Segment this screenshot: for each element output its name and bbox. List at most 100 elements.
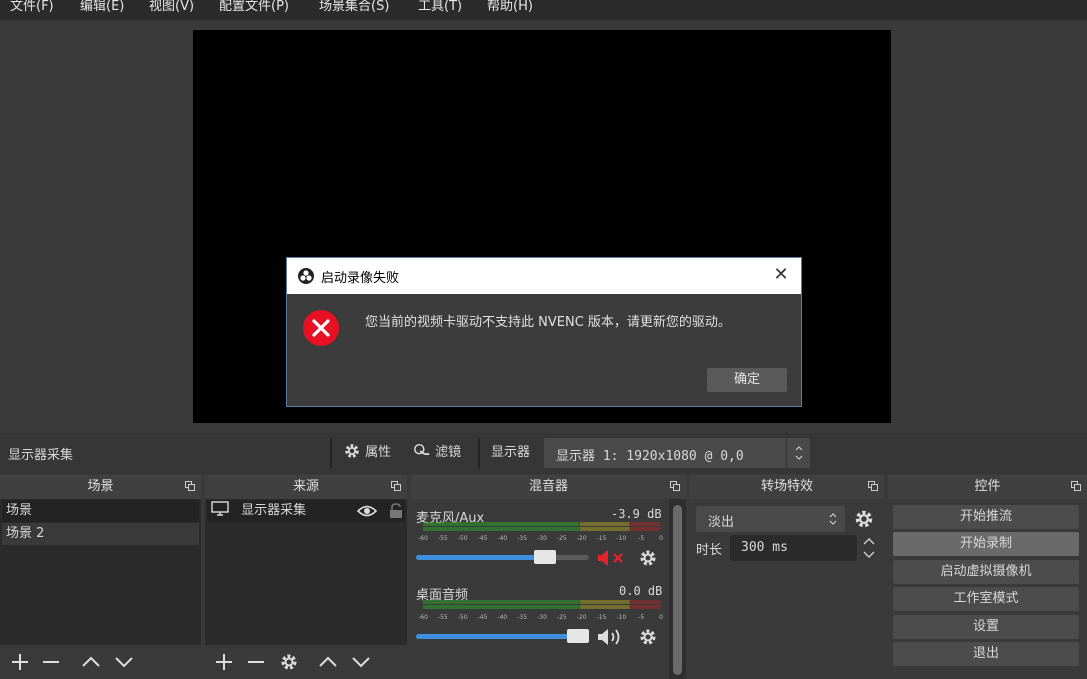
controls-dock: 控件 开始推流 开始录制 启动虚拟摄像机 工作室模式 设置 退出 [888,475,1087,679]
error-icon [303,310,339,346]
duration-input[interactable]: 300 ms [730,535,857,561]
studio-mode-button[interactable]: 工作室模式 [893,587,1079,611]
scene-item[interactable]: 场景 [2,500,199,522]
chevron-updown-icon[interactable] [786,438,811,468]
properties-button[interactable]: 属性 [343,442,391,464]
meter-tick-label: -45 [478,614,488,620]
gear-icon[interactable] [279,652,299,672]
transitions-header: 转场特效 [690,475,884,499]
toolbar-divider [330,438,332,468]
menu-view[interactable]: 视图(V) [149,0,194,18]
move-up-icon[interactable] [81,652,101,672]
gear-icon[interactable] [638,548,658,568]
volume-slider[interactable] [416,629,589,643]
menu-file[interactable]: 文件(F) [10,0,54,18]
gear-icon [345,444,359,458]
meter-scale: -60 -55 -50 -45 -40 -35 -30 -25 -20 -15 -10 -5 0 [418,614,663,620]
scenes-header: 场景 [0,475,201,499]
meter-tick-label: -40 [497,535,507,541]
source-item-label: 显示器采集 [241,503,307,518]
float-icon[interactable] [868,481,878,491]
filter-icon [414,443,430,456]
dialog-message: 您当前的视频卡驱动不支持此 NVENC 版本，请更新您的驱动。 [365,315,731,330]
menu-edit[interactable]: 编辑(E) [80,0,124,18]
meter-tick-label: -50 [458,535,468,541]
selected-source-name: 显示器采集 [8,448,74,463]
close-icon[interactable]: ✕ [771,265,791,285]
volume-slider-handle[interactable] [533,550,556,564]
scenes-dock: 场景 场景 场景 2 [0,475,201,679]
move-up-icon[interactable] [318,652,338,672]
meter-tick-label: -35 [517,535,527,541]
monitor-icon [211,501,229,516]
menu-bar: 文件(F) 编辑(E) 视图(V) 配置文件(P) 场景集合(S) 工具(T) … [0,0,1087,20]
start-streaming-button[interactable]: 开始推流 [893,505,1079,529]
muted-speaker-icon[interactable] [597,548,629,568]
float-icon[interactable] [185,481,195,491]
transition-select[interactable]: 淡出 [696,506,845,532]
move-down-icon[interactable] [114,652,134,672]
menu-scene-collection[interactable]: 场景集合(S) [319,0,389,18]
gear-icon[interactable] [638,627,658,647]
start-recording-button[interactable]: 开始录制 [893,532,1079,556]
remove-icon[interactable] [41,652,61,672]
meter-tick-label: -35 [517,614,527,620]
transition-select-value: 淡出 [708,515,735,530]
mixer-channel-db: -3.9 dB [611,507,662,521]
dialog-title: 启动录像失败 [321,271,400,286]
context-toolbar: 显示器采集 属性 滤镜 显示器 显示器 1: 1920x1080 @ 0,0 [0,433,1087,474]
scenes-title: 场景 [87,479,114,494]
start-virtual-camera-button[interactable]: 启动虚拟摄像机 [893,560,1079,584]
properties-label: 属性 [365,445,392,460]
meter-scale: -60 -55 -50 -45 -40 -35 -30 -25 -20 -15 -10 -5 0 [418,535,663,541]
scenes-footer [0,645,201,679]
mixer-scrollbar[interactable] [669,499,686,679]
volume-slider-handle[interactable] [567,629,589,643]
add-icon[interactable] [214,652,234,672]
meter-tick-label: -25 [557,535,567,541]
eye-icon[interactable] [357,504,377,518]
controls-header: 控件 [888,475,1087,499]
float-icon[interactable] [391,481,401,491]
meter-tick-label: -20 [577,614,587,620]
speaker-icon[interactable] [597,627,629,647]
duration-stepper[interactable] [859,535,879,561]
volume-slider[interactable] [416,550,589,564]
filters-button[interactable]: 滤镜 [413,442,461,464]
scene-item[interactable]: 场景 2 [2,523,199,545]
scrollbar-thumb[interactable] [673,505,682,675]
settings-button[interactable]: 设置 [893,615,1079,639]
meter-tick-label: -15 [597,535,607,541]
exit-button[interactable]: 退出 [893,642,1079,666]
menu-tools[interactable]: 工具(T) [418,0,462,18]
mixer-dock: 混音器 麦克风/Aux -3.9 dB -60 -55 -50 -45 -40 -35 -3… [411,475,686,679]
lock-icon[interactable] [389,503,403,519]
volume-meter [423,522,661,531]
gear-icon[interactable] [853,508,875,530]
ok-button[interactable]: 确定 [707,368,787,392]
remove-icon[interactable] [246,652,266,672]
menu-help[interactable]: 帮助(H) [487,0,533,18]
float-icon[interactable] [670,481,680,491]
meter-tick-label: -30 [537,614,547,620]
display-select[interactable]: 显示器 1: 1920x1080 @ 0,0 [544,438,810,468]
meter-tick-label: -60 [418,614,428,620]
toolbar-divider [478,438,480,468]
float-icon[interactable] [1071,481,1081,491]
meter-tick-label: -15 [597,614,607,620]
chevron-updown-icon [829,513,837,525]
meter-tick-label: -20 [577,535,587,541]
obs-logo-icon [298,268,314,284]
transitions-dock: 转场特效 淡出 时长 300 ms [690,475,884,679]
menu-profile[interactable]: 配置文件(P) [219,0,289,18]
error-dialog: 启动录像失败 ✕ 您当前的视频卡驱动不支持此 NVENC 版本，请更新您的驱动。… [286,257,802,407]
meter-tick-label: 0 [659,614,663,620]
add-icon[interactable] [10,652,30,672]
meter-tick-label: -10 [616,614,626,620]
meter-tick-label: -30 [537,535,547,541]
move-down-icon[interactable] [351,652,371,672]
source-item[interactable]: 显示器采集 [207,500,405,522]
meter-tick-label: -60 [418,535,428,541]
transitions-title: 转场特效 [760,479,813,494]
volume-meter [423,600,661,609]
